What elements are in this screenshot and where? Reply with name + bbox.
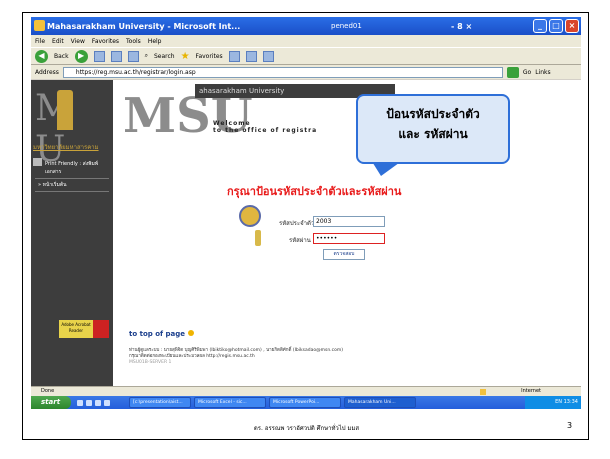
close-icon[interactable]: ×	[565, 19, 579, 33]
refresh-icon[interactable]	[110, 50, 122, 62]
status-text: Done	[41, 388, 55, 394]
welcome-line2: to the office of registra	[213, 127, 318, 134]
secondary-title: pened01	[331, 22, 362, 30]
zone-label: Internet	[521, 388, 541, 394]
key-icon	[255, 230, 261, 246]
acrobat-badge[interactable]: Adobe Acrobat Reader	[59, 320, 93, 338]
arrow-up-icon[interactable]	[187, 330, 194, 336]
msu-logo: M U	[35, 88, 111, 170]
print-friendly-link[interactable]: Print Friendly : ส่งพิมพ์เอกสาร	[45, 160, 113, 176]
password-label: รหัสผ่าน	[289, 237, 311, 244]
toolbar: ◀ Back ▶ ⌕ Search ★ Favorites	[31, 47, 581, 65]
users-icon	[239, 205, 261, 227]
back-label[interactable]: Back	[54, 53, 69, 60]
address-label: Address	[35, 68, 59, 76]
id-label: รหัสประจำตัว	[279, 220, 315, 227]
favorites-icon[interactable]: ★	[181, 51, 190, 62]
status-bar: Done Internet	[31, 386, 581, 396]
address-input[interactable]: https://reg.msu.ac.th/registrar/login.as…	[62, 66, 503, 78]
go-icon[interactable]	[506, 66, 519, 78]
university-link[interactable]: มหาวิทยาลัยมหาสารคาม	[33, 142, 111, 152]
taskbar: start [c:\presentation\aist... Microsoft…	[31, 396, 581, 409]
window-title: Mahasarakham University - Microsoft Int.…	[47, 21, 241, 31]
mail-icon[interactable]	[245, 50, 257, 62]
menu-file[interactable]: File	[35, 38, 45, 45]
sidebar-item-home[interactable]: » หน้าเริ่มต้น	[35, 178, 109, 192]
outlook-icon[interactable]	[104, 399, 110, 406]
welcome-text: Welcome to the office of registra	[213, 120, 317, 134]
address-bar: Address https://reg.msu.ac.th/registrar/…	[31, 65, 581, 79]
start-button[interactable]: start	[31, 396, 71, 409]
search-icon[interactable]: ⌕	[145, 52, 148, 60]
history-icon[interactable]	[228, 50, 240, 62]
minimize-icon[interactable]: _	[533, 19, 547, 33]
password-input[interactable]: ••••••	[313, 233, 385, 244]
ie-quick-icon[interactable]	[86, 399, 92, 406]
search-label[interactable]: Search	[154, 53, 175, 60]
browser-screenshot: Mahasarakham University - Microsoft Int.…	[31, 17, 581, 409]
slide-frame: Mahasarakham University - Microsoft Int.…	[22, 12, 589, 440]
task-browser[interactable]: Mahasarakham Uni...	[344, 397, 416, 408]
to-top-label[interactable]: to top of page	[129, 330, 185, 338]
footer-text: ท่านผู้ดูแลระบบ : นายสุพิจิต บุญศิริพิมพ…	[129, 348, 569, 366]
forward-icon[interactable]: ▶	[74, 49, 88, 63]
task-explorer[interactable]: [c:\presentation\aist...	[129, 397, 191, 408]
title-bar: Mahasarakham University - Microsoft Int.…	[31, 17, 581, 35]
menu-help[interactable]: Help	[148, 38, 162, 45]
desktop-icon[interactable]	[77, 399, 83, 406]
server-label: MSU01B-SERVER 1	[129, 360, 172, 365]
pillar-icon	[57, 90, 73, 130]
window-buttons: _ □ ×	[533, 19, 579, 33]
menu-edit[interactable]: Edit	[52, 38, 64, 45]
submit-button[interactable]: ตรวจสอบ	[323, 249, 365, 260]
callout-line1: ป้อนรหัสประจำตัว	[386, 107, 480, 121]
links-label[interactable]: Links	[535, 69, 550, 76]
home-icon[interactable]	[127, 50, 139, 62]
page-number: 3	[567, 421, 573, 430]
login-prompt: กรุณาป้อนรหัสประจำตัวและรหัสผ่าน	[227, 185, 402, 198]
id-input[interactable]: 2003	[313, 216, 385, 227]
page-header: MSU ahasarakham University Welcome to th…	[113, 80, 581, 160]
to-top-link[interactable]: to top of page	[129, 330, 194, 338]
favorites-label[interactable]: Favorites	[196, 53, 223, 60]
sidebar: M U มหาวิทยาลัยมหาสารคาม Print Friendly …	[31, 80, 113, 386]
printer-icon[interactable]	[33, 158, 42, 166]
media-icon[interactable]	[95, 399, 101, 406]
menu-tools[interactable]: Tools	[126, 38, 141, 45]
slide-caption: ดร. อรรณพ วราอัศวปติ ศึกษาทั่วไป มมส	[253, 425, 360, 432]
ie-icon	[34, 20, 45, 31]
annotation-callout: ป้อนรหัสประจำตัว และ รหัสผ่าน	[356, 94, 510, 164]
maximize-icon[interactable]: □	[549, 19, 563, 33]
address-url: https://reg.msu.ac.th/registrar/login.as…	[75, 68, 196, 76]
system-tray[interactable]: EN 13:34	[525, 396, 581, 409]
task-excel[interactable]: Microsoft Excel - sic...	[194, 397, 266, 408]
back-icon[interactable]: ◀	[35, 49, 48, 63]
welcome-line1: Welcome	[213, 120, 251, 127]
menu-view[interactable]: View	[71, 38, 85, 45]
stop-icon[interactable]	[93, 50, 105, 62]
menu-favorites[interactable]: Favorites	[92, 38, 119, 45]
minimized-controls[interactable]: - 8 ×	[451, 22, 472, 31]
task-powerpoint[interactable]: Microsoft PowerPoi...	[269, 397, 341, 408]
go-label[interactable]: Go	[523, 69, 531, 76]
menu-bar: File Edit View Favorites Tools Help	[31, 35, 581, 47]
callout-line2: และ รหัสผ่าน	[398, 127, 468, 141]
quick-launch	[71, 396, 126, 409]
print-icon[interactable]	[262, 50, 274, 62]
acrobat-icon[interactable]	[93, 320, 109, 338]
lock-icon	[480, 389, 486, 395]
